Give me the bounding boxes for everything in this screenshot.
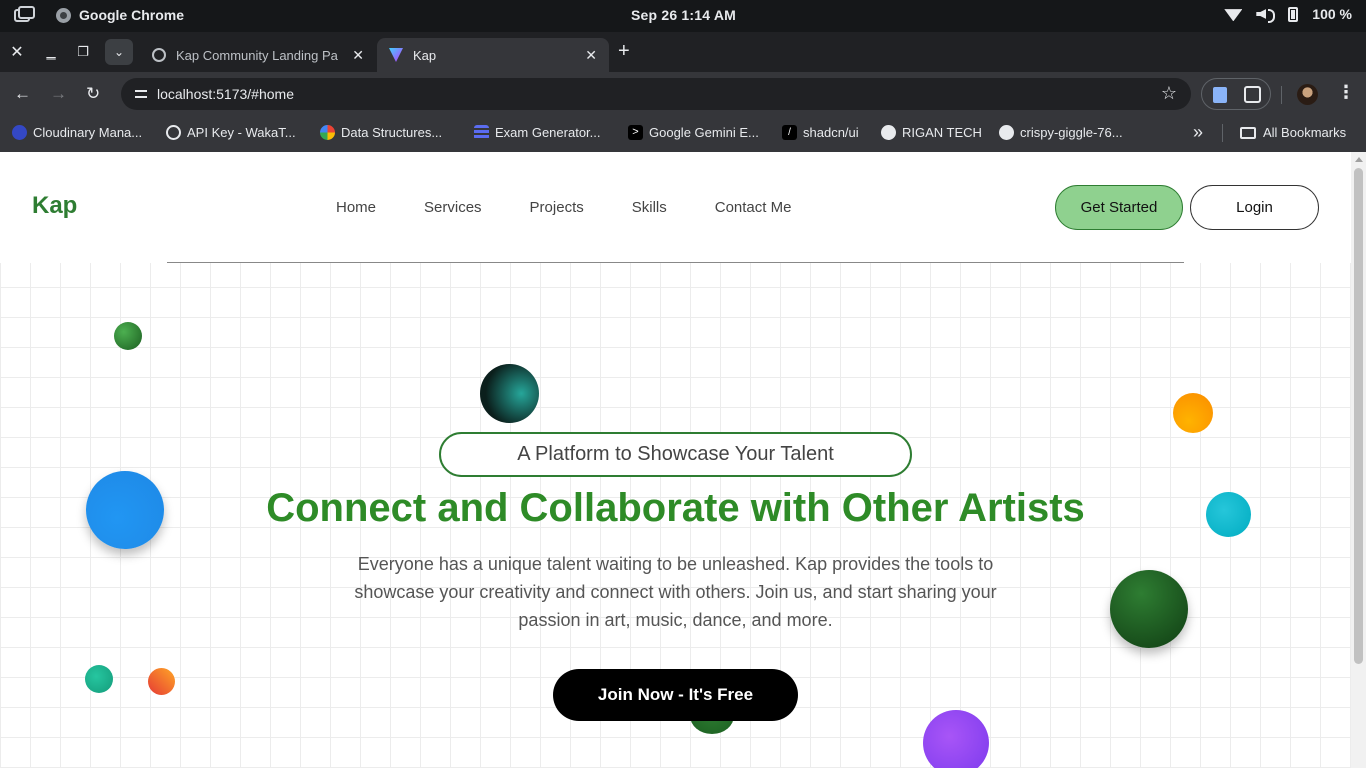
wifi-icon <box>1224 7 1242 21</box>
cloudinary-icon <box>12 125 27 140</box>
decorative-ball <box>85 665 113 693</box>
close-tab-icon[interactable]: ✕ <box>585 47 597 64</box>
new-tab-plus-icon[interactable]: + <box>618 40 630 63</box>
login-button[interactable]: Login <box>1190 185 1319 230</box>
forward-arrow-icon[interactable]: → <box>50 84 67 104</box>
bookmark-star-icon[interactable]: ☆ <box>1161 83 1177 104</box>
minimize-window-icon[interactable]: ‗ <box>41 42 61 62</box>
active-app: Google Chrome <box>56 7 184 23</box>
volume-icon <box>1256 7 1276 23</box>
extension-icon[interactable] <box>1213 87 1227 103</box>
restore-window-icon[interactable]: ❐ <box>73 42 93 62</box>
github-icon <box>999 125 1014 140</box>
reload-icon[interactable]: ↻ <box>86 84 100 104</box>
close-window-icon[interactable]: ✕ <box>7 42 27 62</box>
bookmarks-divider <box>1222 124 1223 142</box>
address-bar[interactable]: localhost:5173/#home ☆ <box>121 78 1191 110</box>
nav-contact[interactable]: Contact Me <box>715 199 792 216</box>
folder-icon <box>1240 126 1256 139</box>
hero-tagline: A Platform to Showcase Your Talent <box>439 432 912 477</box>
scroll-up-arrow-icon[interactable] <box>1355 157 1363 162</box>
tab-search-chevron-icon[interactable]: ⌄ <box>105 39 133 65</box>
close-tab-icon[interactable]: ✕ <box>352 47 364 64</box>
bookmark-label: RIGAN TECH <box>902 125 982 140</box>
bookmark-item[interactable]: RIGAN TECH <box>881 125 982 140</box>
bookmark-item[interactable]: / shadcn/ui <box>782 125 859 140</box>
profile-avatar[interactable] <box>1297 84 1318 105</box>
wakatime-icon <box>166 125 181 140</box>
site-header: Kap Home Services Projects Skills Contac… <box>0 152 1351 262</box>
all-bookmarks-button[interactable]: All Bookmarks <box>1240 125 1346 140</box>
puzzle-extensions-icon[interactable] <box>1244 86 1261 103</box>
tab-kap[interactable]: Kap ✕ <box>377 38 609 72</box>
bookmark-label: Exam Generator... <box>495 125 601 140</box>
shadcn-icon: / <box>782 125 797 140</box>
os-top-bar: Google Chrome Sep 26 1:14 AM 100 % <box>0 0 1366 32</box>
tab-kap-community[interactable]: Kap Community Landing Pa ✕ <box>140 38 376 72</box>
bookmarks-bar: Cloudinary Mana... API Key - WakaT... Da… <box>0 116 1366 152</box>
battery-icon <box>1288 6 1299 22</box>
gemini-icon: > <box>628 125 643 140</box>
decorative-ball <box>1173 393 1213 433</box>
bookmark-item[interactable]: crispy-giggle-76... <box>999 125 1123 140</box>
page-scrollbar[interactable] <box>1351 152 1366 768</box>
nav-projects[interactable]: Projects <box>530 199 584 216</box>
bookmark-item[interactable]: API Key - WakaT... <box>166 125 296 140</box>
google-icon <box>320 125 335 140</box>
exam-icon <box>474 125 489 140</box>
main-nav: Home Services Projects Skills Contact Me <box>336 199 839 216</box>
bookmark-item[interactable]: Exam Generator... <box>474 125 601 140</box>
url-text[interactable]: localhost:5173/#home <box>157 86 294 102</box>
decorative-ball <box>480 364 539 423</box>
workspaces-icon[interactable] <box>14 6 36 24</box>
tab-title: Kap Community Landing Pa <box>176 47 338 63</box>
bookmark-item[interactable]: Data Structures... <box>320 125 442 140</box>
bookmark-label: Google Gemini E... <box>649 125 759 140</box>
page-viewport: Kap Home Services Projects Skills Contac… <box>0 152 1366 768</box>
all-bookmarks-label: All Bookmarks <box>1263 125 1347 140</box>
bookmark-item[interactable]: > Google Gemini E... <box>628 125 759 140</box>
nav-services[interactable]: Services <box>424 199 482 216</box>
decorative-ball <box>1110 570 1188 648</box>
bookmark-item[interactable]: Cloudinary Mana... <box>12 125 142 140</box>
bookmark-label: Cloudinary Mana... <box>33 125 143 140</box>
nav-home[interactable]: Home <box>336 199 376 216</box>
bookmark-label: shadcn/ui <box>803 125 859 140</box>
toolbar-divider <box>1281 86 1282 104</box>
system-tray[interactable]: 100 % <box>1224 6 1352 23</box>
extensions-group <box>1201 78 1271 110</box>
active-app-name: Google Chrome <box>79 7 185 23</box>
join-now-button[interactable]: Join Now - It's Free <box>553 669 798 721</box>
header-divider <box>167 262 1184 263</box>
battery-level: 100 % <box>1312 6 1352 22</box>
more-bookmarks-chevron-icon[interactable]: » <box>1193 122 1203 143</box>
system-clock[interactable]: Sep 26 1:14 AM <box>631 7 736 23</box>
bookmark-label: Data Structures... <box>341 125 443 140</box>
scrollbar-thumb[interactable] <box>1354 168 1363 664</box>
back-arrow-icon[interactable]: ← <box>14 84 31 104</box>
hero-subtitle: Everyone has a unique talent waiting to … <box>354 554 997 630</box>
decorative-ball <box>923 710 989 768</box>
github-icon <box>881 125 896 140</box>
openai-favicon-icon <box>152 48 166 62</box>
vite-favicon-icon <box>389 48 403 62</box>
kebab-menu-icon[interactable]: ⋮ <box>1337 82 1355 103</box>
decorative-ball <box>114 322 142 350</box>
site-info-icon[interactable] <box>133 86 149 102</box>
hero-title: Connect and Collaborate with Other Artis… <box>266 486 1085 530</box>
bookmark-label: API Key - WakaT... <box>187 125 296 140</box>
chrome-icon <box>56 7 71 23</box>
tab-title: Kap <box>413 47 437 63</box>
decorative-ball <box>148 668 175 695</box>
tab-strip: ✕ ‗ ❐ ⌄ Kap Community Landing Pa ✕ Kap ✕… <box>0 32 1366 72</box>
nav-skills[interactable]: Skills <box>632 199 667 216</box>
browser-toolbar: ← → ↻ localhost:5173/#home ☆ ⋮ <box>0 72 1366 116</box>
get-started-button[interactable]: Get Started <box>1055 185 1183 230</box>
site-logo[interactable]: Kap <box>32 192 77 220</box>
bookmark-label: crispy-giggle-76... <box>1020 125 1123 140</box>
